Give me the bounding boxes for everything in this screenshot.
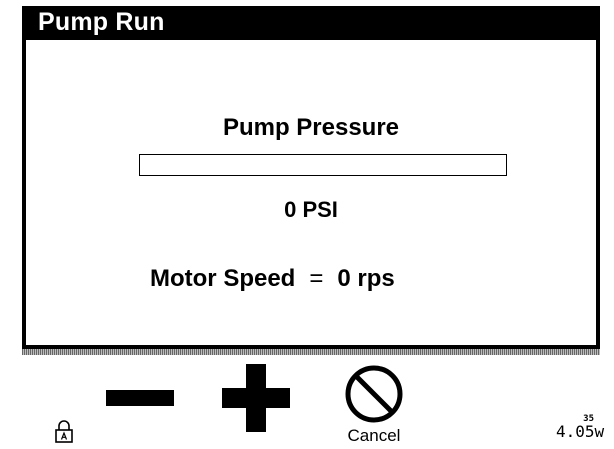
cancel-button[interactable]: Cancel bbox=[330, 364, 422, 448]
decrease-button[interactable] bbox=[106, 386, 174, 410]
prohibited-circle-icon bbox=[344, 364, 404, 424]
motor-speed-value: 0 rps bbox=[337, 265, 395, 292]
window-title: Pump Run bbox=[38, 8, 165, 36]
status-readout: 35 4.05w bbox=[556, 414, 606, 444]
minus-icon bbox=[106, 390, 174, 406]
cancel-label: Cancel bbox=[347, 426, 401, 445]
increase-button[interactable] bbox=[222, 364, 290, 432]
pump-run-window: Pump Run Pump Pressure 0 PSI Motor Speed… bbox=[22, 6, 600, 349]
equals-sign: = bbox=[309, 265, 324, 292]
window-bottom-shadow bbox=[22, 349, 600, 355]
title-bar: Pump Run bbox=[22, 6, 600, 40]
pump-pressure-label: Pump Pressure bbox=[222, 114, 400, 141]
lock-icon bbox=[54, 419, 74, 443]
motor-speed-label: Motor Speed bbox=[150, 265, 296, 292]
motor-speed-line: Motor Speed = 0 rps bbox=[150, 265, 395, 293]
content-panel: Pump Pressure 0 PSI Motor Speed = 0 rps bbox=[26, 40, 596, 345]
status-bottom-value: 4.05w bbox=[556, 422, 605, 441]
pump-pressure-value: 0 PSI bbox=[284, 197, 338, 222]
pump-pressure-bar bbox=[139, 154, 507, 176]
